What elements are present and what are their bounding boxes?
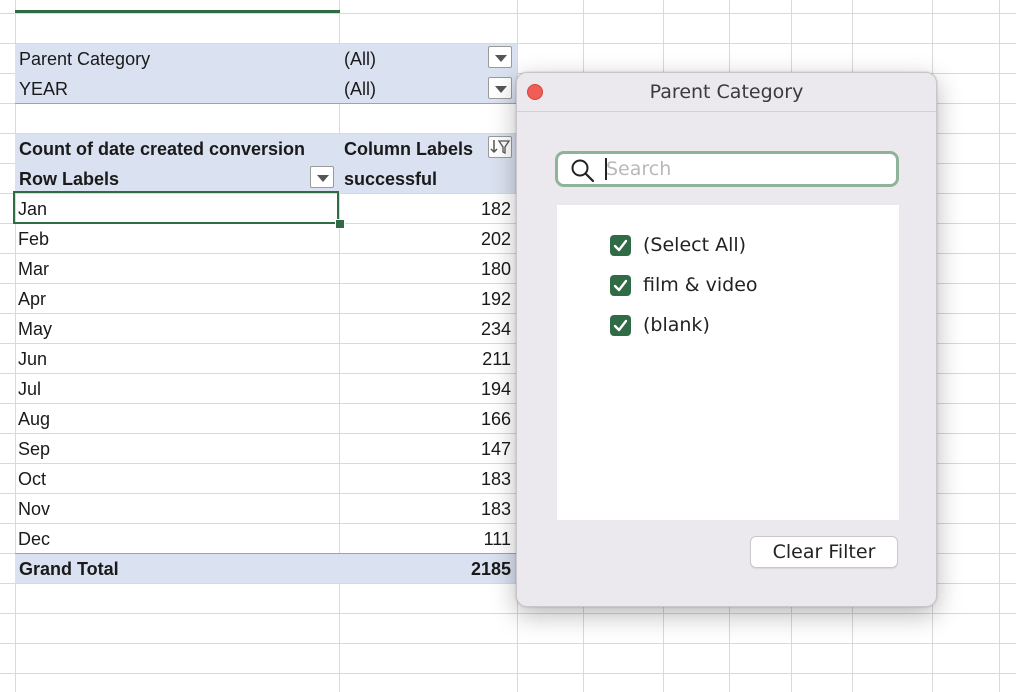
row-labels-header: Row Labels xyxy=(19,169,120,189)
filter-value-parent-category[interactable]: (All) xyxy=(344,44,484,74)
option-blank[interactable]: (blank) xyxy=(610,312,710,338)
dropdown-arrow-icon xyxy=(495,86,507,93)
filter-label-parent-category: Parent Category xyxy=(19,49,151,69)
checkmark-icon xyxy=(613,279,628,291)
popup-title: Parent Category xyxy=(649,81,804,103)
row-value[interactable]: 183 xyxy=(344,464,511,494)
search-box[interactable] xyxy=(555,151,899,187)
row-value[interactable]: 202 xyxy=(344,224,511,254)
row-value[interactable]: 147 xyxy=(344,434,511,464)
fill-handle[interactable] xyxy=(335,219,345,229)
column-labels-header: Column Labels xyxy=(344,139,474,159)
checkbox-blank[interactable] xyxy=(610,314,631,336)
search-input[interactable] xyxy=(606,156,886,182)
column-header-accent xyxy=(15,10,340,13)
row-label[interactable]: May xyxy=(18,314,318,344)
row-label[interactable]: Dec xyxy=(18,524,318,554)
row-value[interactable]: 194 xyxy=(344,374,511,404)
checkmark-icon xyxy=(613,319,628,331)
filter-options-list[interactable]: (Select All) film & video (blank) xyxy=(557,205,899,520)
row-label[interactable]: Oct xyxy=(18,464,318,494)
grand-total-value: 2185 xyxy=(470,559,511,579)
filter-label-year: YEAR xyxy=(19,79,69,99)
checkmark-icon xyxy=(613,239,628,251)
row-label[interactable]: Aug xyxy=(18,404,318,434)
column-labels-filter-button[interactable] xyxy=(488,136,512,158)
row-value[interactable]: 166 xyxy=(344,404,511,434)
search-icon xyxy=(571,159,595,183)
row-value[interactable]: 234 xyxy=(344,314,511,344)
row-value[interactable]: 183 xyxy=(344,494,511,524)
option-select-all[interactable]: (Select All) xyxy=(610,232,746,258)
filter-dropdown-parent-category[interactable] xyxy=(488,46,512,68)
row-label[interactable]: Apr xyxy=(18,284,318,314)
row-value[interactable]: 192 xyxy=(344,284,511,314)
row-label[interactable]: Feb xyxy=(18,224,318,254)
option-label: (Select All) xyxy=(643,234,747,256)
row-label[interactable]: Sep xyxy=(18,434,318,464)
checkbox-film-video[interactable] xyxy=(610,274,631,296)
row-label[interactable]: Jun xyxy=(18,344,318,374)
dropdown-arrow-icon xyxy=(495,55,507,62)
filter-popup[interactable]: Parent Category (Select All) film & vide… xyxy=(516,72,937,607)
clear-filter-button[interactable]: Clear Filter xyxy=(750,536,898,568)
option-label: (blank) xyxy=(643,314,710,336)
row-value[interactable]: 180 xyxy=(344,254,511,284)
dropdown-arrow-icon xyxy=(317,175,329,182)
row-label[interactable]: Nov xyxy=(18,494,318,524)
option-film-video[interactable]: film & video xyxy=(610,272,758,298)
grand-total-label: Grand Total xyxy=(19,559,119,579)
row-label[interactable]: Jul xyxy=(18,374,318,404)
filter-dropdown-year[interactable] xyxy=(488,77,512,99)
row-value[interactable]: 182 xyxy=(344,194,511,224)
column-value-header: successful xyxy=(344,169,438,189)
checkbox-select-all[interactable] xyxy=(610,234,631,256)
row-labels-filter-button[interactable] xyxy=(310,166,334,188)
filter-value-year[interactable]: (All) xyxy=(344,74,484,104)
row-value[interactable]: 111 xyxy=(344,524,511,554)
row-value[interactable]: 211 xyxy=(344,344,511,374)
title-divider xyxy=(517,111,936,112)
value-field-header: Count of date created conversion xyxy=(19,139,306,159)
active-cell-selection[interactable] xyxy=(13,191,339,224)
option-label: film & video xyxy=(643,274,758,296)
filter-sort-icon xyxy=(490,140,511,155)
row-label[interactable]: Mar xyxy=(18,254,318,284)
